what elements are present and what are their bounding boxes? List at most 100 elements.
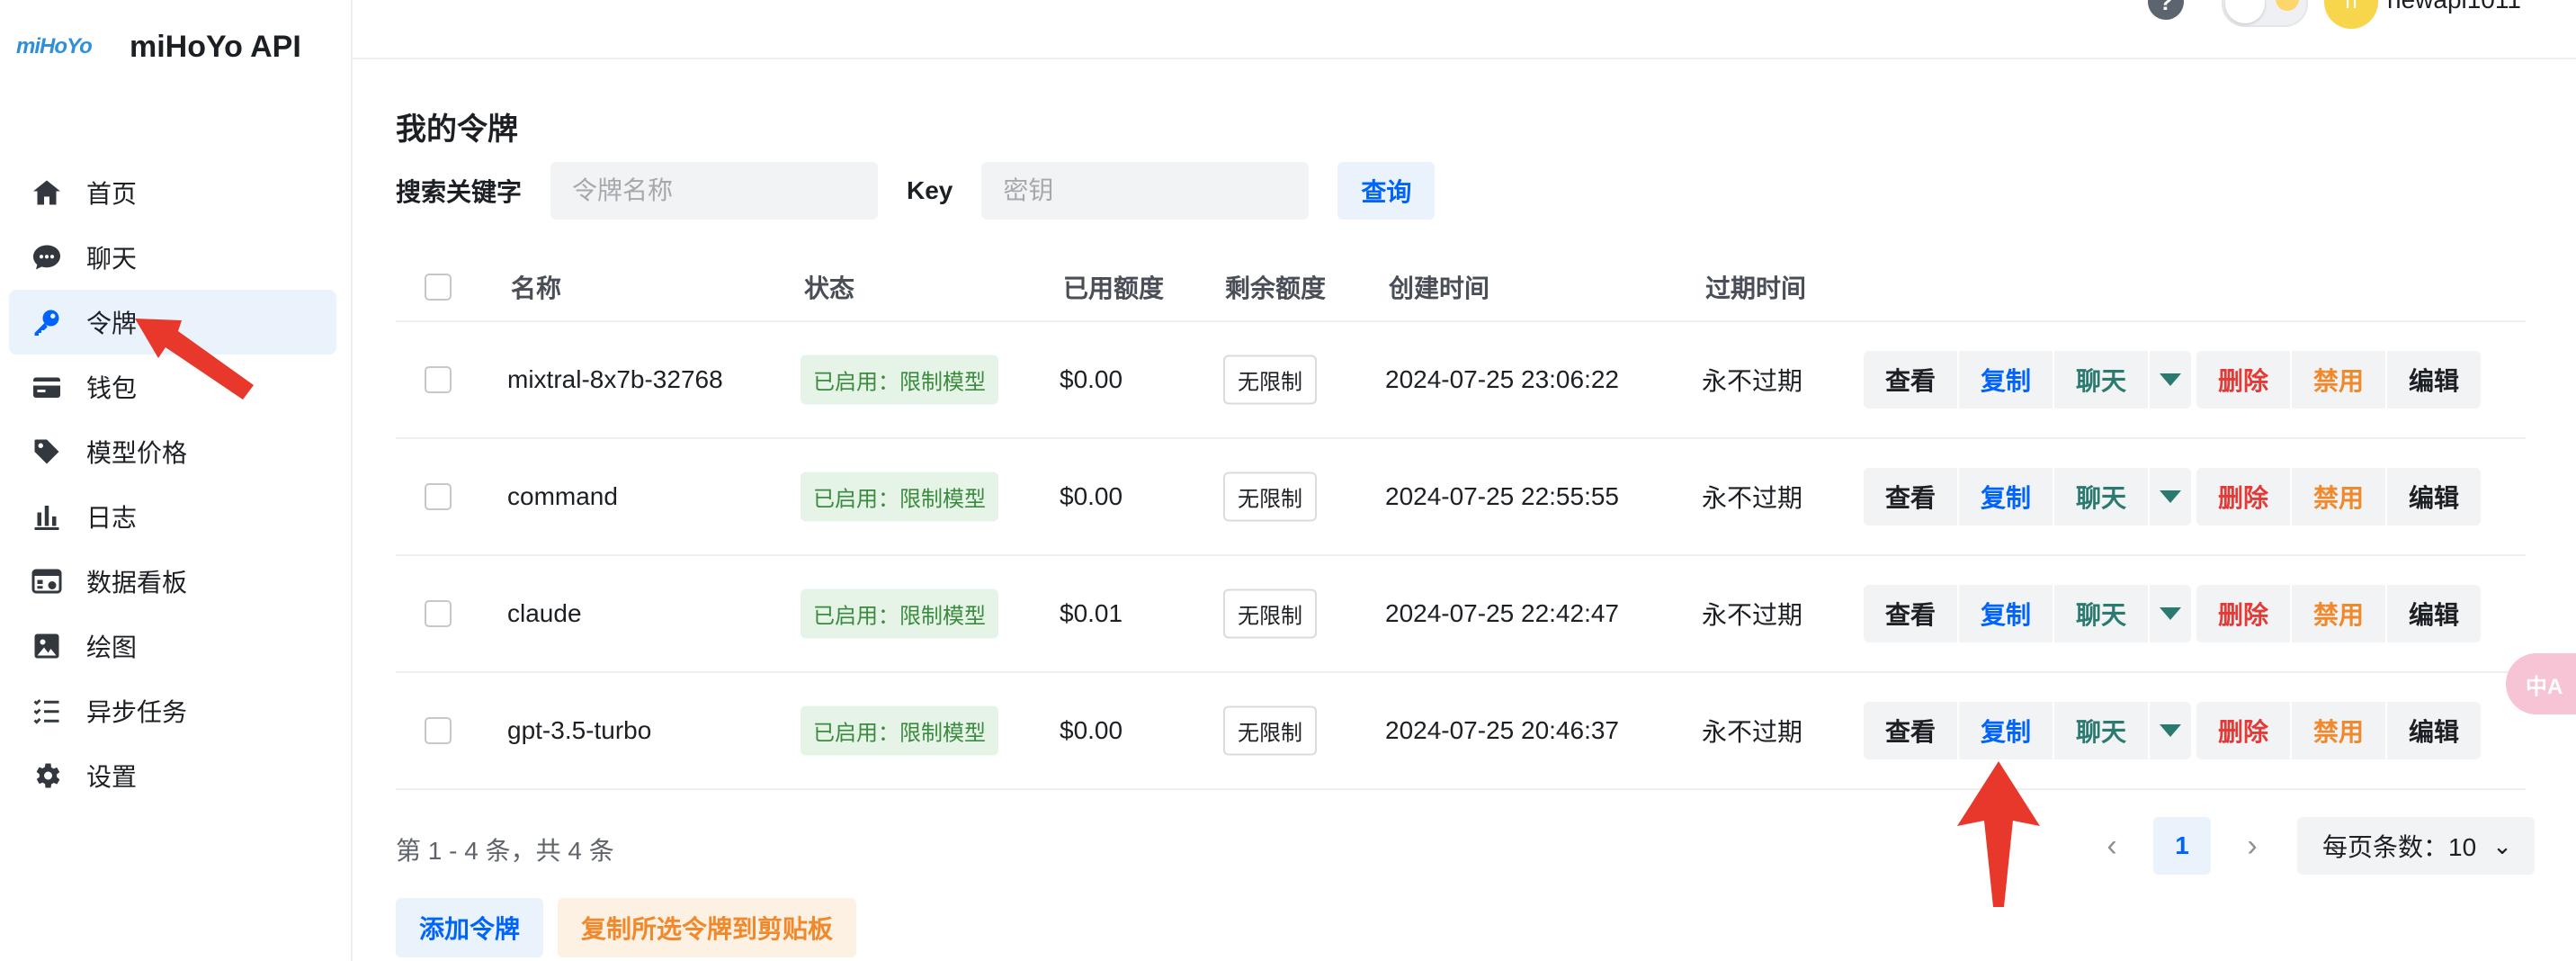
- expire-time: 永不过期: [1702, 601, 1803, 629]
- created-time: 2024-07-25 23:06:22: [1385, 365, 1619, 393]
- delete-button[interactable]: 删除: [2196, 585, 2290, 642]
- query-button[interactable]: 查询: [1337, 162, 1436, 220]
- disable-button[interactable]: 禁用: [2292, 351, 2385, 409]
- column-header-status: 状态: [804, 274, 855, 302]
- brand-logo: miHoYo: [16, 34, 93, 58]
- row-checkbox[interactable]: [425, 483, 452, 510]
- annotation-arrow-copy: [1957, 761, 2040, 907]
- view-button[interactable]: 查看: [1864, 351, 1957, 409]
- moon-icon: [2276, 0, 2299, 11]
- page-number-current[interactable]: 1: [2153, 817, 2211, 875]
- key-label: Key: [907, 176, 953, 204]
- row-checkbox[interactable]: [425, 366, 452, 393]
- copy-button[interactable]: 复制: [1959, 468, 2053, 525]
- sidebar-item-async-tasks[interactable]: 异步任务: [9, 678, 336, 743]
- annotation-arrow-sidebar: [135, 319, 254, 400]
- chat-dropdown-button[interactable]: [2150, 702, 2191, 759]
- caret-down-icon: [2160, 607, 2181, 620]
- row-checkbox[interactable]: [425, 600, 452, 627]
- token-name: command: [507, 482, 618, 510]
- chat-dropdown-button[interactable]: [2150, 468, 2191, 525]
- sidebar-item-logs[interactable]: 日志: [9, 484, 336, 549]
- key-input[interactable]: [981, 162, 1310, 220]
- view-button[interactable]: 查看: [1864, 468, 1957, 525]
- select-all-checkbox[interactable]: [425, 274, 452, 301]
- bar-chart-icon: [29, 498, 65, 534]
- delete-button[interactable]: 删除: [2196, 468, 2290, 525]
- view-button[interactable]: 查看: [1864, 702, 1957, 759]
- table-row: mixtral-8x7b-32768 已启用：限制模型 $0.00 无限制 20…: [396, 322, 2526, 439]
- user-name[interactable]: newapi1011: [2387, 0, 2521, 14]
- token-name-input[interactable]: [550, 162, 879, 220]
- created-time: 2024-07-25 20:46:37: [1385, 716, 1619, 744]
- edit-button[interactable]: 编辑: [2387, 585, 2481, 642]
- page-size-select[interactable]: 每页条数：10 ⌄: [2297, 817, 2535, 875]
- edit-button[interactable]: 编辑: [2387, 351, 2481, 409]
- view-button[interactable]: 查看: [1864, 585, 1957, 642]
- row-actions: 查看 复制 聊天 删除 禁用 编辑: [1864, 351, 2482, 409]
- theme-toggle[interactable]: [2222, 0, 2308, 27]
- chat-button[interactable]: 聊天: [2054, 351, 2148, 409]
- page-size-label: 每页条数：10: [2322, 833, 2477, 861]
- chevron-down-icon: ⌄: [2492, 831, 2512, 859]
- edit-button[interactable]: 编辑: [2387, 702, 2481, 759]
- add-token-button[interactable]: 添加令牌: [396, 898, 544, 957]
- sidebar-item-dashboard[interactable]: 数据看板: [9, 549, 336, 614]
- column-header-expires: 过期时间: [1705, 274, 1807, 302]
- delete-button[interactable]: 删除: [2196, 702, 2290, 759]
- sidebar-item-home[interactable]: 首页: [9, 160, 336, 225]
- status-badge: 已启用：限制模型: [801, 355, 998, 405]
- delete-button[interactable]: 删除: [2196, 351, 2290, 409]
- sidebar-item-drawing[interactable]: 绘图: [9, 614, 336, 678]
- prev-page-icon[interactable]: ‹: [2085, 817, 2139, 875]
- copy-button[interactable]: 复制: [1959, 702, 2053, 759]
- caret-down-icon: [2160, 724, 2181, 737]
- used-quota: $0.01: [1060, 599, 1123, 627]
- status-badge: 已启用：限制模型: [801, 705, 998, 756]
- chat-button[interactable]: 聊天: [2054, 702, 2148, 759]
- edit-button[interactable]: 编辑: [2387, 468, 2481, 525]
- sidebar-item-model-price[interactable]: 模型价格: [9, 419, 336, 484]
- sidebar-nav: 首页 聊天 令牌 钱包 模型价格 日志 数据看板 绘图 异步任务 设置: [9, 160, 336, 808]
- sidebar-item-label: 异步任务: [86, 698, 188, 726]
- disable-button[interactable]: 禁用: [2292, 585, 2385, 642]
- used-quota: $0.00: [1060, 482, 1123, 510]
- chat-button[interactable]: 聊天: [2054, 585, 2148, 642]
- disable-button[interactable]: 禁用: [2292, 702, 2385, 759]
- sidebar-item-label: 首页: [86, 180, 138, 208]
- row-actions: 查看 复制 聊天 删除 禁用 编辑: [1864, 702, 2482, 759]
- table-row: command 已启用：限制模型 $0.00 无限制 2024-07-25 22…: [396, 439, 2526, 556]
- key-icon: [29, 304, 65, 340]
- chat-dropdown-button[interactable]: [2150, 585, 2191, 642]
- copy-button[interactable]: 复制: [1959, 351, 2053, 409]
- copy-selected-tokens-button[interactable]: 复制所选令牌到剪贴板: [558, 898, 857, 957]
- used-quota: $0.00: [1060, 365, 1123, 393]
- sidebar-item-label: 设置: [86, 763, 138, 791]
- table-row: gpt-3.5-turbo 已启用：限制模型 $0.00 无限制 2024-07…: [396, 673, 2526, 790]
- task-list-icon: [29, 693, 65, 729]
- next-page-icon[interactable]: ›: [2225, 817, 2279, 875]
- chat-dropdown-button[interactable]: [2150, 351, 2191, 409]
- sidebar: miHoYo miHoYo API 首页 聊天 令牌 钱包 模型价格 日志 数据…: [0, 0, 353, 961]
- translate-icon[interactable]: 中A: [2506, 653, 2576, 714]
- bottom-actions: 添加令牌 复制所选令牌到剪贴板: [396, 898, 871, 957]
- theme-toggle-knob: [2225, 0, 2265, 23]
- remaining-quota-badge: 无限制: [1223, 588, 1317, 639]
- table-header: 名称 状态 已用额度 剩余额度 创建时间 过期时间: [396, 254, 2526, 322]
- keyword-label: 搜索关键字: [396, 178, 523, 206]
- column-header-created: 创建时间: [1389, 274, 1490, 302]
- sidebar-item-chat[interactable]: 聊天: [9, 225, 336, 290]
- price-tag-icon: [29, 434, 65, 470]
- token-table: 名称 状态 已用额度 剩余额度 创建时间 过期时间 mixtral-8x7b-3…: [396, 254, 2526, 790]
- row-checkbox[interactable]: [425, 717, 452, 744]
- expire-time: 永不过期: [1702, 484, 1803, 512]
- copy-button[interactable]: 复制: [1959, 585, 2053, 642]
- chat-button[interactable]: 聊天: [2054, 468, 2148, 525]
- wallet-icon: [29, 369, 65, 405]
- disable-button[interactable]: 禁用: [2292, 468, 2385, 525]
- remaining-quota-badge: 无限制: [1223, 705, 1317, 756]
- brand[interactable]: miHoYo miHoYo API: [16, 20, 301, 74]
- remaining-quota-badge: 无限制: [1223, 472, 1317, 522]
- sidebar-item-settings[interactable]: 设置: [9, 743, 336, 808]
- row-actions: 查看 复制 聊天 删除 禁用 编辑: [1864, 585, 2482, 642]
